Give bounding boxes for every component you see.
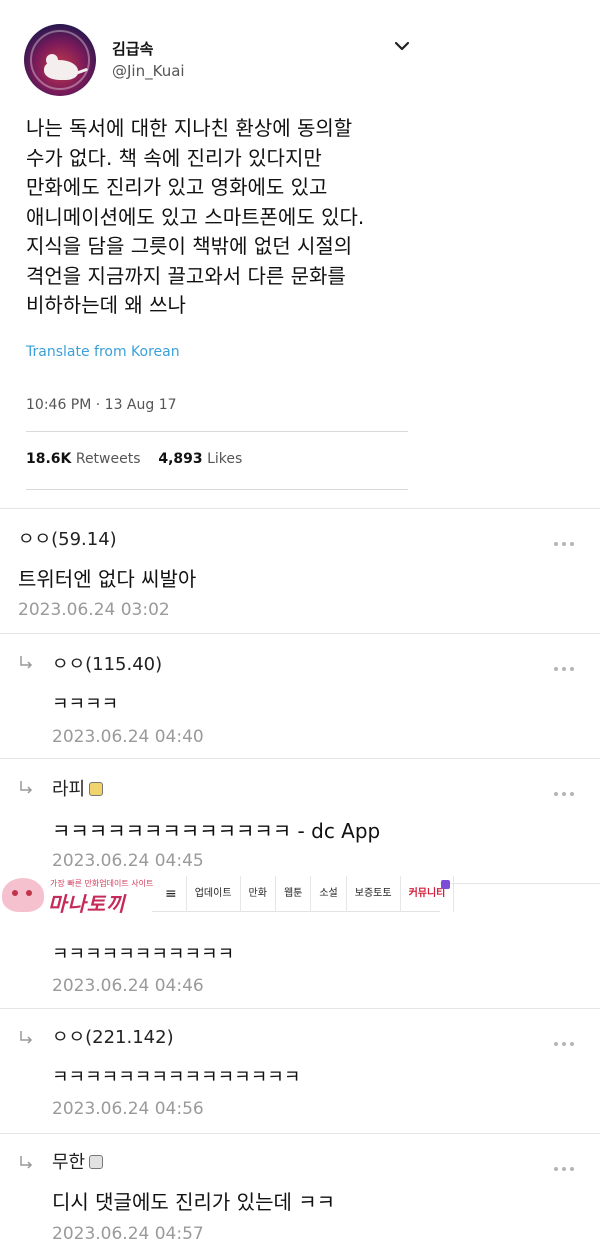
tweet-line: 수가 없다. 책 속에 진리가 있다지만 bbox=[26, 145, 322, 170]
avatar-mouse bbox=[44, 60, 78, 80]
comment-date: 2023.06.24 04:57 bbox=[52, 1224, 204, 1244]
tweet-line: 만화에도 진리가 있고 영화에도 있고 bbox=[26, 175, 328, 199]
comment-body: 디시 댓글에도 진리가 있는데 ㅋㅋ bbox=[52, 1190, 336, 1214]
tweet-stats: 18.6K Retweets 4,893 Likes bbox=[26, 451, 242, 467]
comment-body: ㅋㅋㅋㅋㅋㅋㅋㅋㅋㅋㅋㅋㅋㅋㅋ bbox=[52, 1067, 301, 1088]
tweet-line: 비하하는데 왜 쓰나 bbox=[26, 293, 186, 317]
comment-body: ㅋㅋㅋㅋ bbox=[52, 694, 119, 715]
tweet-timestamp[interactable]: 10:46 PM · 13 Aug 17 bbox=[26, 397, 177, 413]
reply-arrow-icon bbox=[20, 1156, 33, 1169]
tweet-line: 나는 독서에 대한 지나친 환상에 동의할 bbox=[26, 116, 353, 140]
comment-date: 2023.06.24 04:45 bbox=[52, 851, 204, 871]
comment-author[interactable]: ㅇㅇ(221.142) bbox=[52, 1023, 174, 1049]
retweets-label[interactable]: Retweets bbox=[76, 451, 141, 467]
tweet-line: 지식을 담을 그릇이 책밖에 없던 시절의 bbox=[26, 234, 353, 258]
gold-member-badge-icon bbox=[89, 782, 104, 796]
comment-body: 트위터엔 없다 씨발아 bbox=[18, 567, 197, 591]
site-nav-overlay: 가장 빠른 만화업데이트 사이트 마나토끼 ≡ 업데이트 만화 웹툰 소설 보증… bbox=[0, 876, 455, 916]
comment-date: 2023.06.24 04:56 bbox=[52, 1099, 204, 1119]
likes-count[interactable]: 4,893 bbox=[158, 451, 202, 467]
comment-date: 2023.06.24 04:46 bbox=[52, 976, 204, 996]
retweets-count[interactable]: 18.6K bbox=[26, 451, 71, 467]
site-nav: ≡ 업데이트 만화 웹툰 소설 보증토토 커뮤니티 bbox=[156, 876, 455, 912]
comment-date: 2023.06.24 04:40 bbox=[52, 727, 204, 747]
translate-link[interactable]: Translate from Korean bbox=[26, 344, 180, 360]
menu-icon[interactable]: ≡ bbox=[156, 876, 187, 912]
site-logo[interactable]: 가장 빠른 만화업데이트 사이트 마나토끼 bbox=[0, 876, 153, 916]
comment-reply: 라피 ㅋㅋㅋㅋㅋㅋㅋㅋㅋㅋㅋㅋㅋ - dc App 2023.06.24 04:… bbox=[0, 758, 600, 883]
comment-date: 2023.06.24 03:02 bbox=[18, 600, 170, 620]
more-options-icon[interactable] bbox=[554, 1156, 584, 1171]
comment-body: ㅋㅋㅋㅋㅋㅋㅋㅋㅋㅋㅋㅋㅋ - dc App bbox=[52, 819, 381, 843]
nav-item-community-label[interactable]: 커뮤니티 bbox=[409, 888, 446, 899]
mascot-logo-icon bbox=[2, 878, 44, 912]
reply-arrow-icon bbox=[20, 781, 33, 794]
tweet-text: 나는 독서에 대한 지나친 환상에 동의할 수가 없다. 책 속에 진리가 있다… bbox=[26, 114, 446, 321]
tweet-line: 격언을 지금까지 끌고와서 다른 문화를 bbox=[26, 263, 346, 288]
avatar[interactable] bbox=[24, 24, 96, 96]
comment-body: ㅋㅋㅋㅋㅋㅋㅋㅋㅋㅋㅋ bbox=[52, 944, 235, 965]
comment-author[interactable]: ㅇㅇ(59.14) bbox=[18, 525, 117, 551]
likes-label[interactable]: Likes bbox=[207, 451, 242, 467]
logo-text: 마나토끼 bbox=[48, 892, 126, 916]
chevron-down-icon[interactable] bbox=[392, 36, 412, 56]
tweet-card: 김급속 @Jin_Kuai 나는 독서에 대한 지나친 환상에 동의할 수가 없… bbox=[0, 0, 600, 508]
comment-author[interactable]: 무한 bbox=[52, 1148, 104, 1174]
nav-item-webtoon[interactable]: 웹툰 bbox=[276, 876, 312, 912]
comment-reply: 무한 디시 댓글에도 진리가 있는데 ㅋㅋ 2023.06.24 04:57 bbox=[0, 1133, 600, 1250]
divider bbox=[26, 489, 408, 490]
member-badge-icon bbox=[89, 1155, 104, 1169]
more-options-icon[interactable] bbox=[554, 531, 584, 546]
comment-reply: ㅇㅇ(115.40) ㅋㅋㅋㅋ 2023.06.24 04:40 bbox=[0, 633, 600, 758]
comment-author[interactable]: ㅇㅇ(115.40) bbox=[52, 650, 162, 676]
comment-author-name[interactable]: 라피 bbox=[52, 779, 85, 800]
comment-author[interactable]: 라피 bbox=[52, 775, 104, 801]
nav-item-novel[interactable]: 소설 bbox=[311, 876, 347, 912]
user-handle[interactable]: @Jin_Kuai bbox=[112, 62, 185, 80]
more-options-icon[interactable] bbox=[554, 656, 584, 671]
nav-item-update[interactable]: 업데이트 bbox=[187, 876, 241, 912]
comment-item: ㅇㅇ(59.14) 트위터엔 없다 씨발아 2023.06.24 03:02 bbox=[0, 508, 600, 633]
new-badge-icon bbox=[441, 880, 451, 889]
nav-item-toto[interactable]: 보증토토 bbox=[347, 876, 401, 912]
nav-item-manga[interactable]: 만화 bbox=[241, 876, 276, 912]
reply-arrow-icon bbox=[20, 1031, 33, 1044]
more-options-icon[interactable] bbox=[554, 1031, 584, 1046]
more-options-icon[interactable] bbox=[554, 781, 584, 796]
comment-author-name[interactable]: 무한 bbox=[52, 1152, 85, 1173]
divider bbox=[26, 431, 408, 432]
display-name[interactable]: 김급속 bbox=[112, 38, 153, 59]
comment-reply: ㅇㅇ(221.142) ㅋㅋㅋㅋㅋㅋㅋㅋㅋㅋㅋㅋㅋㅋㅋ 2023.06.24 0… bbox=[0, 1008, 600, 1133]
tweet-line: 애니메이션에도 있고 스마트폰에도 있다. bbox=[26, 204, 365, 229]
reply-arrow-icon bbox=[20, 656, 33, 669]
nav-item-community[interactable]: 커뮤니티 bbox=[401, 876, 455, 912]
